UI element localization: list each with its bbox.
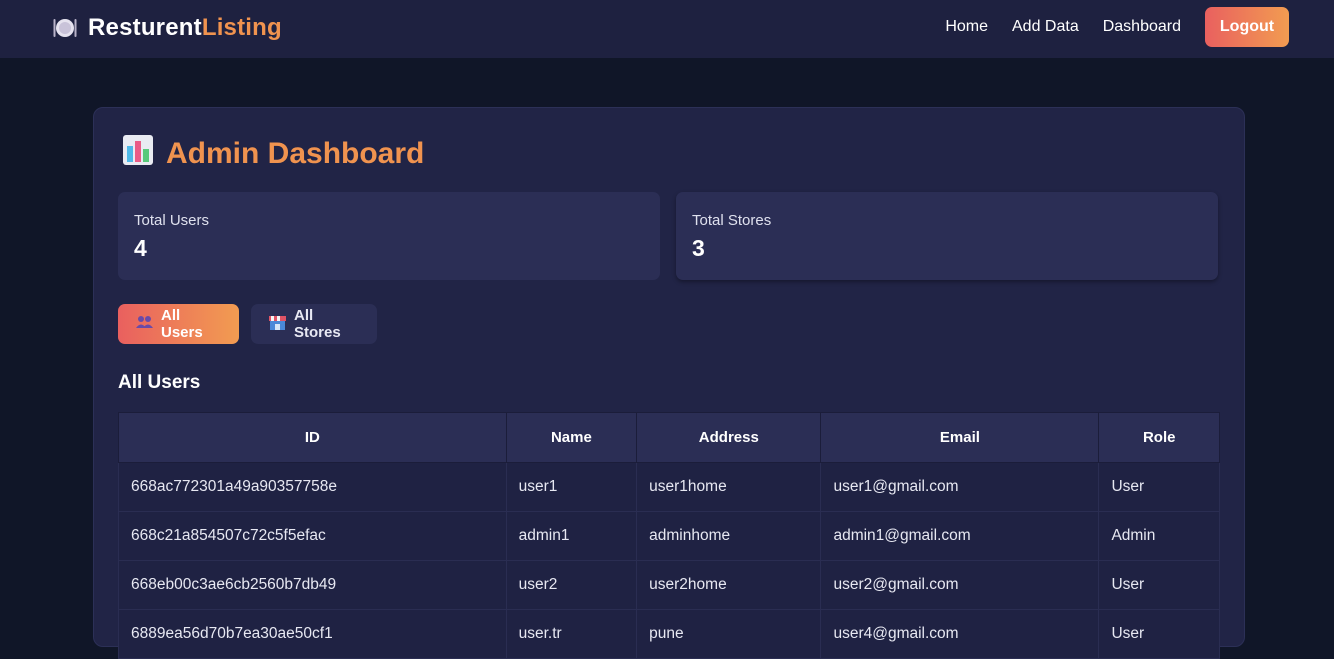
cell-address: pune	[636, 609, 822, 659]
column-header-name[interactable]: Name	[505, 412, 638, 463]
cell-role: Admin	[1098, 511, 1220, 561]
cell-id: 6889ea56d70b7ea30ae50cf1	[118, 609, 507, 659]
cell-role: User	[1098, 609, 1220, 659]
tab-all-users-label: All Users	[161, 307, 203, 341]
cell-id: 668c21a854507c72c5f5efac	[118, 511, 507, 561]
column-header-email[interactable]: Email	[820, 412, 1100, 463]
cell-name: user1	[505, 462, 638, 512]
cell-email: user2@gmail.com	[820, 560, 1100, 610]
brand-name-accent: Listing	[201, 14, 282, 41]
table-row[interactable]: 668eb00c3ae6cb2560b7db49 user2 user2home…	[118, 560, 1220, 610]
store-icon	[269, 315, 286, 334]
cell-name: admin1	[505, 511, 638, 561]
brand-name-main: Resturent	[88, 14, 202, 41]
page-title: Admin Dashboard	[122, 134, 424, 174]
cell-email: admin1@gmail.com	[820, 511, 1100, 561]
section-title: All Users	[118, 372, 201, 393]
total-stores-label: Total Stores	[692, 212, 772, 229]
column-header-id[interactable]: ID	[118, 412, 507, 463]
table-row[interactable]: 668c21a854507c72c5f5efac admin1 adminhom…	[118, 511, 1220, 561]
cell-address: user2home	[636, 560, 822, 610]
table-row[interactable]: 668ac772301a49a90357758e user1 user1home…	[118, 462, 1220, 512]
top-navbar: ResturentListing Home Add Data Dashboard…	[0, 0, 1334, 58]
nav-links: Home Add Data Dashboard Logout	[945, 7, 1289, 47]
nav-home-link[interactable]: Home	[945, 18, 988, 36]
total-stores-stat: Total Stores 3	[676, 192, 1218, 280]
table-row[interactable]: 6889ea56d70b7ea30ae50cf1 user.tr pune us…	[118, 609, 1220, 659]
total-users-stat: Total Users 4	[118, 192, 660, 280]
column-header-address[interactable]: Address	[636, 412, 822, 463]
tab-all-stores-label: All Stores	[294, 307, 341, 341]
cell-name: user.tr	[505, 609, 638, 659]
plate-cutlery-icon	[52, 15, 78, 41]
admin-dashboard-card: Admin Dashboard Total Users 4 Total Stor…	[93, 107, 1245, 659]
cell-id: 668eb00c3ae6cb2560b7db49	[118, 560, 507, 610]
bar-chart-icon	[122, 134, 154, 174]
tab-all-stores[interactable]: All Stores	[251, 304, 377, 344]
cell-address: adminhome	[636, 511, 822, 561]
users-table: ID Name Address Email Role 668ac772301a4…	[118, 412, 1220, 659]
page-title-text: Admin Dashboard	[166, 137, 425, 170]
cell-role: User	[1098, 462, 1220, 512]
tab-all-users[interactable]: All Users	[118, 304, 239, 344]
total-users-value: 4	[134, 235, 147, 261]
people-icon	[136, 315, 153, 333]
column-header-role[interactable]: Role	[1098, 412, 1220, 463]
total-users-label: Total Users	[134, 212, 210, 229]
logout-button[interactable]: Logout	[1205, 7, 1289, 47]
cell-address: user1home	[636, 462, 822, 512]
nav-add-data-link[interactable]: Add Data	[1012, 18, 1079, 36]
table-header-row: ID Name Address Email Role	[118, 412, 1220, 463]
nav-dashboard-link[interactable]: Dashboard	[1103, 18, 1181, 36]
total-stores-value: 3	[692, 235, 705, 261]
cell-email: user1@gmail.com	[820, 462, 1100, 512]
brand-logo[interactable]: ResturentListing	[52, 14, 282, 42]
cell-name: user2	[505, 560, 638, 610]
cell-email: user4@gmail.com	[820, 609, 1100, 659]
cell-id: 668ac772301a49a90357758e	[118, 462, 507, 512]
cell-role: User	[1098, 560, 1220, 610]
